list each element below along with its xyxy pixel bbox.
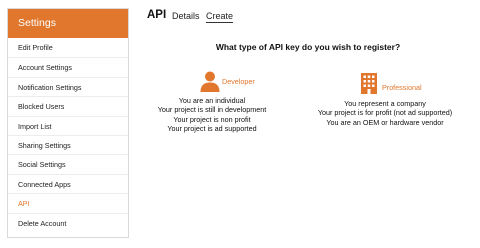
criteria-line: You are an individual xyxy=(178,96,246,105)
criteria-line: Your project is non profit xyxy=(173,114,251,124)
professional-option-title: Professional xyxy=(382,83,422,92)
professional-option-header: Professional xyxy=(300,73,470,95)
sidebar-item-notification-settings[interactable]: Notification Settings xyxy=(8,76,128,96)
sidebar-item-edit-profile[interactable]: Edit Profile xyxy=(8,38,128,57)
person-icon xyxy=(199,70,221,97)
sidebar-item-connected-apps[interactable]: Connected Apps xyxy=(8,173,128,193)
developer-option-header: Developer xyxy=(150,70,274,92)
settings-sidebar: Settings Edit Profile Account Settings N… xyxy=(7,8,129,238)
developer-option-title: Developer xyxy=(222,77,255,86)
tab-create[interactable]: Create xyxy=(206,11,234,23)
sidebar-item-social-settings[interactable]: Social Settings xyxy=(8,154,128,173)
criteria-line: You are an OEM or hardware vendor xyxy=(326,117,444,127)
sidebar-menu: Edit Profile Account Settings Notificati… xyxy=(8,38,128,232)
tab-details[interactable]: Details xyxy=(172,11,200,21)
sidebar-item-blocked-users[interactable]: Blocked Users xyxy=(8,96,128,115)
professional-option-criteria: You represent a company Your project is … xyxy=(300,99,470,127)
sidebar-item-delete-account[interactable]: Delete Account xyxy=(8,212,128,232)
sidebar-item-import-list[interactable]: Import List xyxy=(8,115,128,135)
developer-option[interactable]: Developer You are an individual Your pro… xyxy=(150,70,274,133)
page-title: API xyxy=(147,9,167,21)
criteria-line: Your project is still in development xyxy=(157,105,267,115)
criteria-line: You represent a company xyxy=(344,99,426,108)
sidebar-item-api[interactable]: API xyxy=(8,193,128,212)
criteria-line: Your project is for profit (not ad suppo… xyxy=(317,108,453,118)
criteria-line: Your project is ad supported xyxy=(167,123,257,133)
building-icon xyxy=(360,73,378,99)
sidebar-item-account-settings[interactable]: Account Settings xyxy=(8,57,128,76)
sidebar-item-sharing-settings[interactable]: Sharing Settings xyxy=(8,134,128,154)
api-key-type-question: What type of API key do you wish to regi… xyxy=(215,42,401,52)
sidebar-header: Settings xyxy=(8,9,128,38)
professional-option[interactable]: Professional You represent a company You… xyxy=(300,73,470,127)
developer-option-criteria: You are an individual Your project is st… xyxy=(150,96,274,133)
